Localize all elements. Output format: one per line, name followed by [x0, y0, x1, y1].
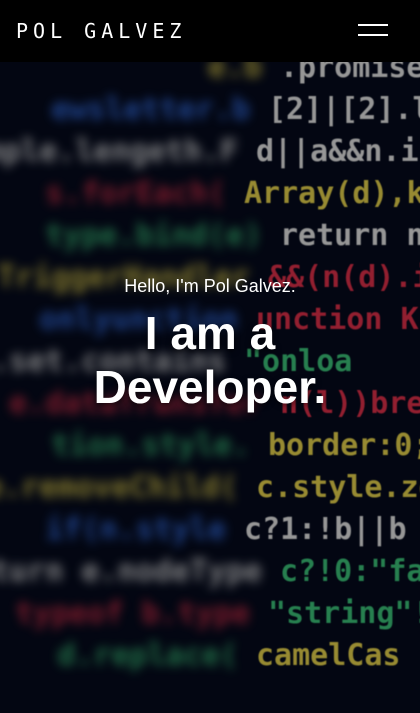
brand-logo[interactable]: POL GALVEZ: [16, 19, 186, 43]
menu-bar-top: [358, 24, 388, 26]
hero-section: e.b .promise().ewsletter.b [2]|[2].lock)…: [0, 62, 420, 713]
menu-bar-bottom: [358, 34, 388, 36]
navbar: POL GALVEZ: [0, 0, 420, 62]
hamburger-menu-icon[interactable]: [358, 20, 392, 42]
headline-line-2: Developer.: [93, 361, 327, 413]
hero-greeting: Hello, I'm Pol Galvez.: [124, 276, 296, 296]
headline-line-1: I am a: [144, 307, 276, 359]
hero-headline: I am a Developer.: [0, 306, 420, 414]
